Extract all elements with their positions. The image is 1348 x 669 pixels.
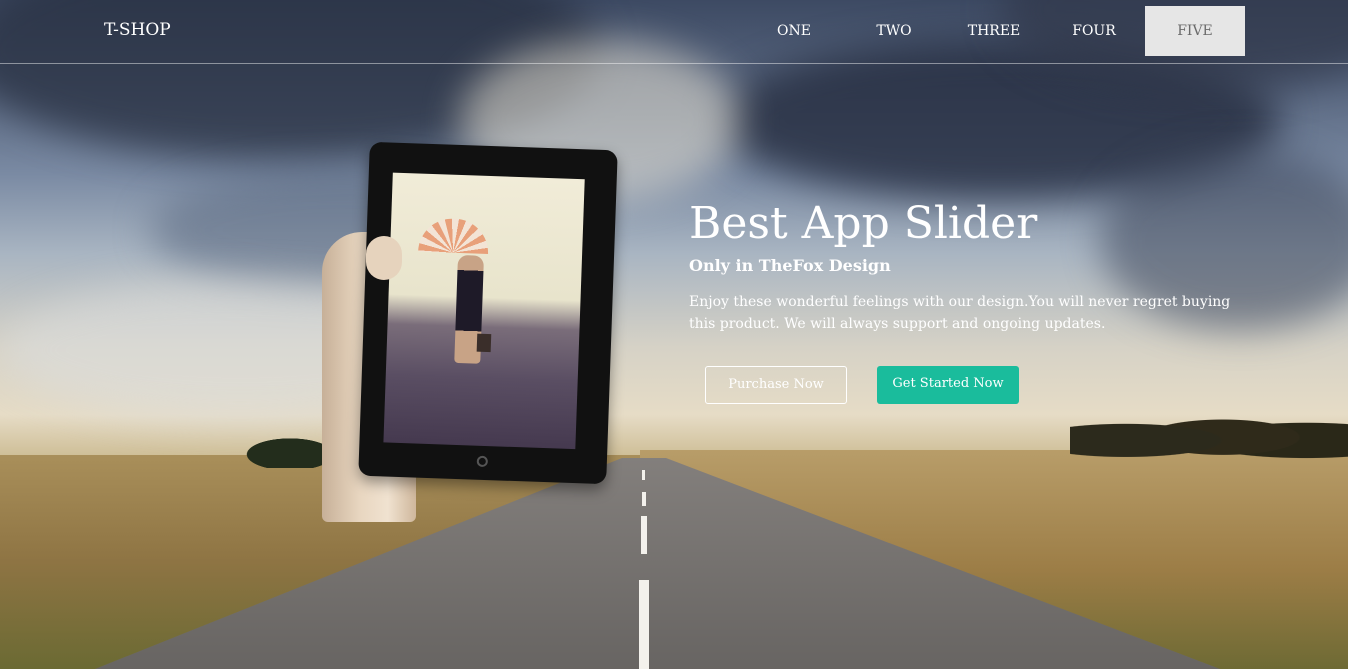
lane-marking	[642, 470, 645, 480]
nav-item-four[interactable]: FOUR	[1044, 6, 1144, 56]
home-button-icon	[476, 455, 489, 468]
get-started-button[interactable]: Get Started Now	[877, 366, 1019, 404]
nav-item-one[interactable]: ONE	[744, 6, 844, 56]
nav-item-three[interactable]: THREE	[944, 6, 1044, 56]
lane-marking	[641, 516, 647, 554]
thumb	[366, 236, 402, 280]
tablet-image	[358, 141, 618, 485]
logo[interactable]: T-SHOP	[104, 20, 171, 40]
umbrella-icon	[418, 217, 490, 254]
slide-description: Enjoy these wonderful feelings with our …	[689, 294, 1231, 332]
slide-subtitle: Only in TheFox Design	[689, 256, 891, 275]
lane-marking	[639, 580, 649, 669]
purchase-now-button[interactable]: Purchase Now	[705, 366, 847, 404]
nav-item-five[interactable]: FIVE	[1145, 6, 1245, 56]
tablet-screen	[383, 172, 585, 450]
slide-title: Best App Slider	[689, 198, 1038, 249]
navbar: T-SHOP ONE TWO THREE FOUR FIVE	[0, 0, 1348, 64]
nav-item-two[interactable]: TWO	[844, 6, 944, 56]
suitcase-icon	[476, 333, 492, 353]
treeline	[1070, 402, 1348, 466]
lane-marking	[642, 492, 646, 506]
